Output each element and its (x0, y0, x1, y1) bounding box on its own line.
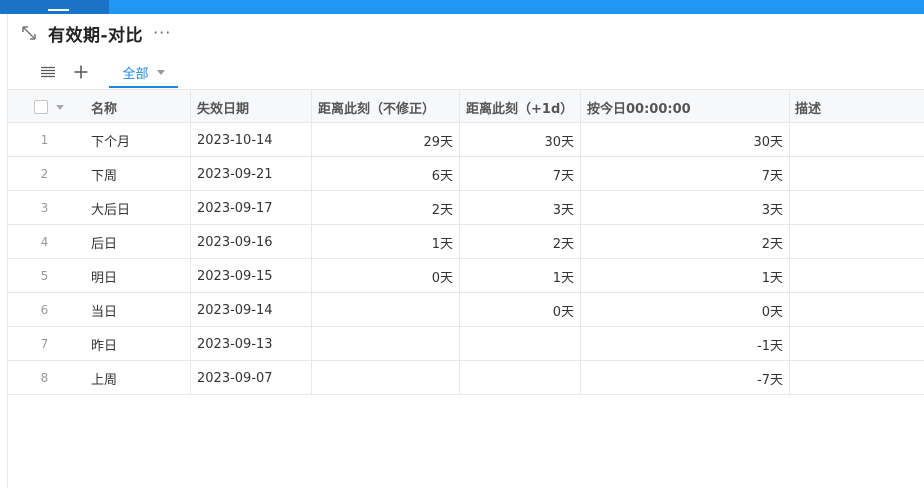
column-header-days-by-today[interactable]: 按今日00:00:00 (580, 90, 789, 124)
table-row[interactable]: 4 后日 2023-09-16 1天 2天 2天 (8, 225, 924, 259)
list-menu-icon[interactable] (40, 64, 56, 80)
cell-description[interactable] (789, 293, 924, 327)
left-panel-edge (0, 14, 8, 488)
data-grid: 名称 失效日期 距离此刻（不修正） 距离此刻（+1d） 按今日00:00:00 … (8, 89, 924, 395)
table-row[interactable]: 1 下个月 2023-10-14 29天 30天 30天 (8, 123, 924, 157)
cell-days-by-today[interactable]: 30天 (580, 123, 789, 157)
select-menu-caret-icon[interactable] (55, 104, 64, 110)
row-index: 7 (40, 337, 49, 351)
row-index: 1 (40, 133, 49, 147)
cell-days-uncorrected[interactable]: 0天 (311, 259, 459, 293)
grid-body: 1 下个月 2023-10-14 29天 30天 30天 2 下周 2023-09-21 6天 7天… (8, 123, 924, 395)
cell-expiry-date[interactable]: 2023-09-14 (190, 293, 311, 327)
cell-description[interactable] (789, 361, 924, 395)
cell-days-plus-1d[interactable] (459, 361, 580, 395)
more-dots-icon[interactable]: ··· (153, 25, 171, 41)
column-header-days-uncorrected[interactable]: 距离此刻（不修正） (311, 90, 459, 124)
cell-expiry-date[interactable]: 2023-10-14 (190, 123, 311, 157)
cell-days-by-today[interactable]: 3天 (580, 191, 789, 225)
add-view-plus-icon[interactable] (73, 64, 89, 80)
top-app-bar (0, 0, 924, 14)
cell-description[interactable] (789, 123, 924, 157)
cell-days-plus-1d[interactable]: 1天 (459, 259, 580, 293)
view-tab-label: 全部 (122, 66, 149, 82)
cell-name[interactable]: 下个月 (81, 123, 190, 157)
grid-header: 名称 失效日期 距离此刻（不修正） 距离此刻（+1d） 按今日00:00:00 … (8, 89, 924, 124)
table-row[interactable]: 3 大后日 2023-09-17 2天 3天 3天 (8, 191, 924, 225)
top-tab-active[interactable] (0, 0, 109, 14)
column-header-description[interactable]: 描述 (789, 90, 924, 124)
view-toolbar: 全部 (40, 56, 178, 88)
cell-name[interactable]: 上周 (81, 361, 190, 395)
cell-description[interactable] (789, 157, 924, 191)
column-header-name[interactable]: 名称 (81, 90, 190, 124)
cell-expiry-date[interactable]: 2023-09-07 (190, 361, 311, 395)
row-index: 8 (40, 371, 49, 385)
cell-days-by-today[interactable]: 0天 (580, 293, 789, 327)
row-index: 3 (40, 201, 49, 215)
cell-days-uncorrected[interactable]: 6天 (311, 157, 459, 191)
cell-description[interactable] (789, 327, 924, 361)
cell-days-by-today[interactable]: 2天 (580, 225, 789, 259)
cell-expiry-date[interactable]: 2023-09-21 (190, 157, 311, 191)
row-index: 5 (40, 269, 49, 283)
cell-days-by-today[interactable]: -1天 (580, 327, 789, 361)
cell-expiry-date[interactable]: 2023-09-16 (190, 225, 311, 259)
cell-days-plus-1d[interactable] (459, 327, 580, 361)
cell-days-uncorrected[interactable]: 29天 (311, 123, 459, 157)
top-tab-indicator (48, 9, 69, 11)
row-index: 2 (40, 167, 49, 181)
cell-name[interactable]: 明日 (81, 259, 190, 293)
cell-expiry-date[interactable]: 2023-09-17 (190, 191, 311, 225)
table-row[interactable]: 6 当日 2023-09-14 0天 0天 (8, 293, 924, 327)
cell-expiry-date[interactable]: 2023-09-15 (190, 259, 311, 293)
cell-days-by-today[interactable]: 7天 (580, 157, 789, 191)
cell-days-uncorrected[interactable]: 1天 (311, 225, 459, 259)
view-tab-underline (109, 86, 178, 88)
cell-days-uncorrected[interactable] (311, 327, 459, 361)
cell-expiry-date[interactable]: 2023-09-13 (190, 327, 311, 361)
select-all-checkbox[interactable] (33, 100, 48, 114)
cell-name[interactable]: 下周 (81, 157, 190, 191)
cell-days-plus-1d[interactable]: 2天 (459, 225, 580, 259)
table-row[interactable]: 8 上周 2023-09-07 -7天 (8, 361, 924, 395)
cell-days-by-today[interactable]: -7天 (580, 361, 789, 395)
cell-days-by-today[interactable]: 1天 (580, 259, 789, 293)
cell-days-plus-1d[interactable]: 7天 (459, 157, 580, 191)
cell-days-plus-1d[interactable]: 0天 (459, 293, 580, 327)
cell-name[interactable]: 当日 (81, 293, 190, 327)
table-row[interactable]: 2 下周 2023-09-21 6天 7天 7天 (8, 157, 924, 191)
table-row[interactable]: 5 明日 2023-09-15 0天 1天 1天 (8, 259, 924, 293)
caret-down-icon[interactable] (156, 69, 165, 75)
cell-name[interactable]: 后日 (81, 225, 190, 259)
title-row: 有效期-对比 ··· (20, 20, 171, 46)
cell-description[interactable] (789, 191, 924, 225)
row-index: 4 (40, 235, 49, 249)
page-title: 有效期-对比 (48, 25, 144, 46)
cell-days-uncorrected[interactable] (311, 361, 459, 395)
column-header-days-plus-1d[interactable]: 距离此刻（+1d） (459, 90, 580, 124)
view-tab-all[interactable]: 全部 (109, 56, 178, 88)
table-row[interactable]: 7 昨日 2023-09-13 -1天 (8, 327, 924, 361)
cell-name[interactable]: 大后日 (81, 191, 190, 225)
cell-days-plus-1d[interactable]: 3天 (459, 191, 580, 225)
cell-description[interactable] (789, 225, 924, 259)
cell-days-plus-1d[interactable]: 30天 (459, 123, 580, 157)
cell-name[interactable]: 昨日 (81, 327, 190, 361)
select-all-cell (8, 90, 81, 124)
expand-icon[interactable] (20, 24, 38, 42)
cell-description[interactable] (789, 259, 924, 293)
column-header-expiry-date[interactable]: 失效日期 (190, 90, 311, 124)
cell-days-uncorrected[interactable]: 2天 (311, 191, 459, 225)
cell-days-uncorrected[interactable] (311, 293, 459, 327)
row-index: 6 (40, 303, 49, 317)
